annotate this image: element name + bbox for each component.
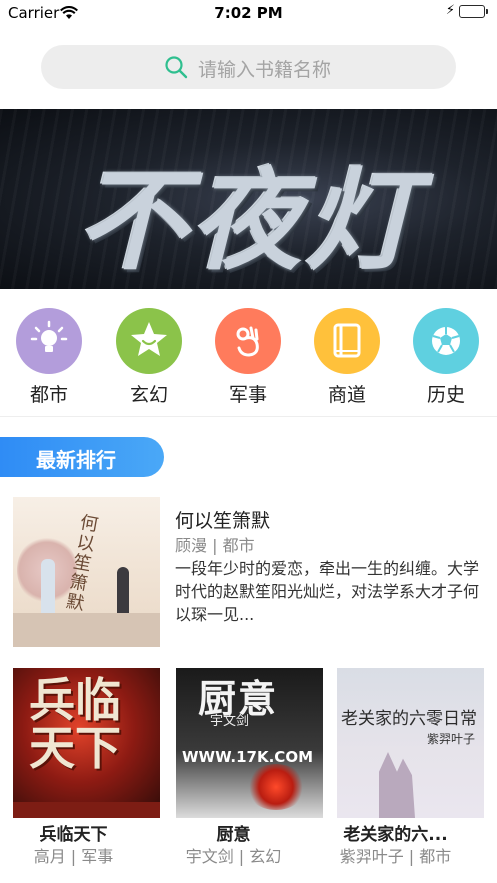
book-cover[interactable]: 厨意 宇文剑 WWW.17K.COM [176, 668, 323, 818]
star-smile-icon [116, 308, 182, 374]
book-title[interactable]: 厨意 [160, 820, 307, 845]
category-row: 都市 玄幻 军事 商道 历史 [0, 308, 497, 407]
book-title[interactable]: 兵临天下 [0, 820, 147, 845]
status-bar: Carrier 7:02 PM ⚡ [0, 0, 497, 26]
featured-book-title[interactable]: 何以笙箫默 [175, 506, 270, 533]
banner-title-art: 不夜灯 [77, 156, 420, 285]
category-label: 历史 [426, 384, 465, 406]
book-author: 宇文剑 [185, 847, 234, 866]
cover-title-art: 兵临天下 [29, 673, 121, 775]
category-lishi[interactable]: 历史 [406, 308, 486, 407]
category-xuanhuan[interactable]: 玄幻 [109, 308, 189, 407]
category-label: 商道 [327, 384, 366, 406]
cover-author: 紫羿叶子 [427, 732, 476, 746]
cover-art-castle [379, 752, 415, 818]
category-label: 都市 [29, 384, 68, 406]
featured-book-cover[interactable]: 何以笙箫默 [13, 497, 160, 647]
charging-icon: ⚡ [445, 3, 455, 18]
cover-title-art: 老关家的六零日常 [341, 709, 477, 729]
book-cover[interactable]: 兵临天下 [13, 668, 160, 818]
category-dushi[interactable]: 都市 [9, 308, 89, 407]
book-author: 顾漫 [175, 536, 208, 555]
category-junshi[interactable]: 军事 [208, 308, 288, 407]
category-shangdao[interactable]: 商道 [307, 308, 387, 407]
lightbulb-icon [16, 308, 82, 374]
book-author: 紫羿叶子 [339, 847, 404, 866]
cover-art-ground [13, 613, 160, 647]
book-author: 高月 [33, 847, 66, 866]
search-icon [164, 55, 188, 83]
cover-art-strip [13, 802, 160, 818]
cover-art-fire [246, 764, 306, 810]
soccer-ball-icon [413, 308, 479, 374]
book-category: 军事 [81, 847, 114, 866]
featured-book-description: 一段年少时的爱恋，牵出一生的纠缠。大学时代的赵默笙阳光灿烂，对法学系大才子何以琛… [175, 559, 480, 624]
book-category: 玄幻 [249, 847, 282, 866]
book-title[interactable]: 老关家的六... [322, 820, 469, 845]
clock: 7:02 PM [214, 4, 283, 22]
book-category: 都市 [419, 847, 452, 866]
category-label: 军事 [228, 384, 267, 406]
book-meta: 宇文剑 | 玄幻 [185, 847, 282, 866]
category-label: 玄幻 [129, 384, 168, 406]
section-header: 最新排行 [0, 437, 164, 477]
cover-site: WWW.17K.COM [182, 748, 313, 766]
cover-author: 宇文剑 [210, 714, 250, 729]
search-placeholder: 请输入书籍名称 [198, 59, 332, 81]
book-category: 都市 [222, 536, 255, 555]
banner[interactable]: 不夜灯 [0, 109, 497, 289]
book-meta: 紫羿叶子 | 都市 [339, 847, 452, 866]
book-cover[interactable]: 老关家的六零日常 紫羿叶子 [337, 668, 484, 818]
hand-ok-icon [215, 308, 281, 374]
section-title: 最新排行 [36, 448, 116, 472]
featured-book-meta: 顾漫 | 都市 [175, 536, 255, 555]
cover-art-figure [117, 567, 129, 617]
battery-icon [459, 5, 488, 18]
cover-art-figure [41, 559, 55, 615]
search-bar[interactable]: 请输入书籍名称 [41, 45, 456, 89]
book-meta: 高月 | 军事 [33, 847, 114, 866]
section-divider [0, 416, 497, 417]
book-icon [314, 308, 380, 374]
